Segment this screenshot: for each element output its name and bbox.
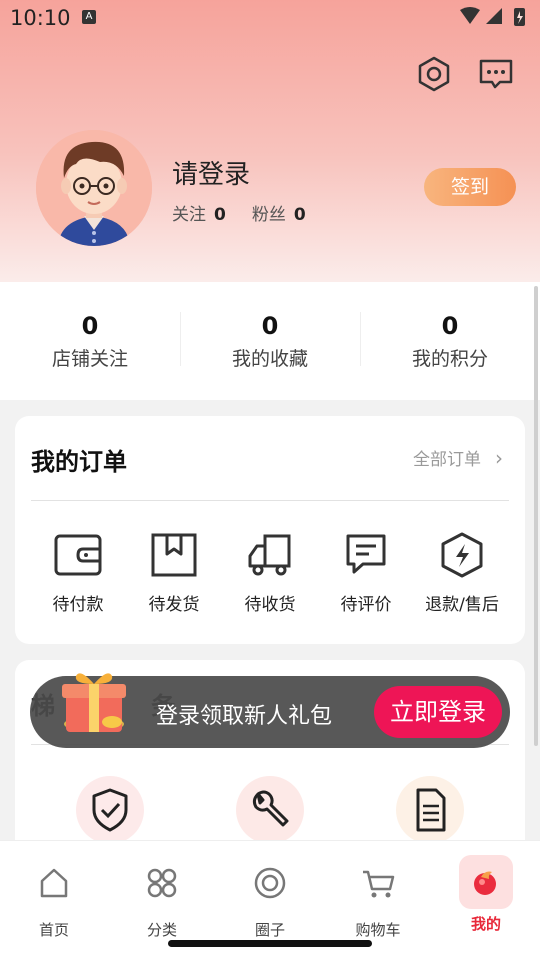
stat-favorites[interactable]: 0 我的收藏 (180, 312, 360, 371)
checkin-button[interactable]: 签到 (424, 168, 516, 206)
order-pending-payment[interactable]: 待付款 (30, 532, 126, 615)
wrench-icon (252, 790, 289, 827)
document-icon (416, 788, 446, 832)
stat-label: 店铺关注 (51, 348, 128, 370)
fans-label: 粉丝 (251, 205, 286, 225)
refund-icon (441, 532, 483, 578)
stat-label: 我的收藏 (231, 348, 308, 370)
nav-category[interactable]: 分类 (108, 855, 216, 940)
category-icon (147, 868, 177, 898)
all-orders-label: 全部订单 (413, 450, 481, 470)
wallet-icon (54, 534, 102, 576)
order-refund-aftersale[interactable]: 退款/售后 (414, 532, 510, 615)
chat-icon (479, 59, 513, 89)
order-pending-shipment[interactable]: 待发货 (126, 532, 222, 615)
scrollbar[interactable] (534, 286, 538, 746)
order-pending-receipt[interactable]: 待收货 (222, 532, 318, 615)
stat-shop-follow[interactable]: 0 店铺关注 (0, 312, 180, 371)
gift-box-icon (62, 673, 126, 732)
stat-value: 0 (441, 312, 459, 340)
my-orders-card: 我的订单 全部订单 › 待付款 待发货 待收货 待评价 退款/售后 (15, 416, 525, 644)
signal-icon (486, 8, 502, 24)
stats-bar: 0 店铺关注 0 我的收藏 0 我的积分 (0, 282, 540, 400)
my-orders-title: 我的订单 (31, 448, 127, 476)
stat-points[interactable]: 0 我的积分 (360, 312, 540, 371)
nav-active-background (459, 855, 513, 909)
follow-label: 关注 (172, 205, 206, 225)
login-promo-text: 登录领取新人礼包 (156, 704, 333, 729)
truck-icon (248, 534, 291, 576)
nav-label: 我的 (470, 915, 501, 933)
shield-check-icon (92, 788, 128, 832)
home-icon (40, 868, 68, 898)
avatar-illustration (36, 130, 152, 246)
order-item-label: 待发货 (148, 595, 200, 615)
order-item-label: 待付款 (52, 595, 104, 615)
order-item-label: 待收货 (244, 595, 296, 615)
login-now-button[interactable]: 立即登录 (374, 686, 502, 738)
stat-label: 我的积分 (411, 348, 488, 370)
nav-mine[interactable]: 我的 (432, 855, 540, 934)
stat-value: 0 (261, 312, 279, 340)
nav-label: 购物车 (355, 921, 401, 939)
status-time: 10:10 (10, 6, 71, 30)
follow-count: 0 (214, 205, 226, 225)
message-button[interactable] (476, 54, 516, 94)
status-bar: 10:10 A (0, 0, 540, 36)
service-item-guarantee[interactable] (76, 776, 144, 844)
stat-value: 0 (81, 312, 99, 340)
order-item-label: 退款/售后 (425, 595, 499, 615)
avatar[interactable] (36, 130, 152, 246)
nav-home[interactable]: 首页 (0, 855, 108, 940)
circle-target-icon (254, 867, 286, 899)
chevron-right-icon: › (495, 446, 503, 470)
fans-count: 0 (293, 205, 306, 225)
order-pending-review[interactable]: 待评价 (318, 532, 414, 615)
all-orders-link[interactable]: 全部订单 › (413, 445, 503, 470)
notification-icon: A (82, 10, 96, 24)
nav-cart[interactable]: 购物车 (324, 855, 432, 940)
nav-label: 首页 (38, 921, 69, 939)
settings-button[interactable] (414, 54, 454, 94)
cart-icon (363, 870, 395, 898)
box-icon (151, 533, 197, 577)
nav-circle[interactable]: 圈子 (216, 855, 324, 940)
follow-fans-info: 关注 0 粉丝 0 (172, 200, 332, 225)
home-indicator (168, 940, 372, 947)
nav-label: 圈子 (254, 921, 285, 939)
comment-icon (346, 534, 386, 574)
wifi-icon (460, 7, 480, 24)
nav-label: 分类 (146, 921, 177, 939)
service-item-document[interactable] (396, 776, 464, 844)
gear-hex-icon (418, 56, 450, 92)
login-prompt-title[interactable]: 请登录 (172, 154, 250, 191)
status-icons (460, 7, 525, 26)
profile-active-icon (474, 871, 496, 895)
order-item-label: 待评价 (340, 595, 392, 615)
service-item-repair[interactable] (236, 776, 304, 844)
divider (31, 500, 509, 501)
